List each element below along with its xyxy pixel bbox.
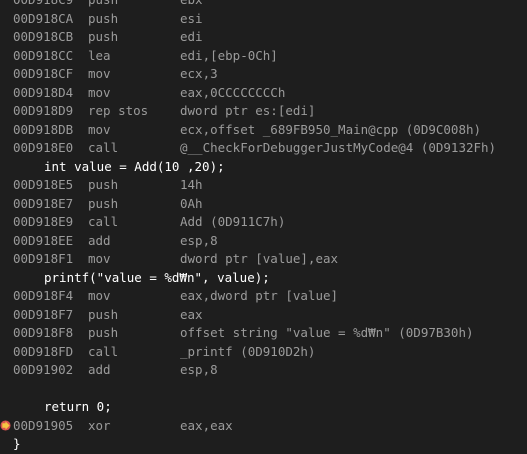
- address-text: 00D918D4: [13, 84, 74, 100]
- mnemonic-text: add: [88, 232, 111, 248]
- operands-text: @__CheckForDebuggerJustMyCode@4 (0D9132F…: [180, 140, 497, 155]
- source-code-text: }: [13, 436, 21, 451]
- operands-text: Add (0D911C7h): [180, 214, 286, 229]
- operands-text: ebx: [180, 0, 203, 10]
- source-code-text: return 0;: [44, 399, 112, 414]
- asm-line[interactable]: 00D91902 add esp,8: [0, 361, 527, 380]
- mnemonic-text: xor: [88, 417, 111, 433]
- operands-text: edi: [180, 29, 203, 44]
- asm-line[interactable]: 00D918E7 push 0Ah: [0, 195, 527, 214]
- mnemonic-text: mov: [88, 84, 111, 100]
- operands-text: eax,0CCCCCCCCh: [180, 84, 286, 100]
- mnemonic-text: push: [88, 10, 119, 26]
- asm-line[interactable]: 00D918EE add esp,8: [0, 232, 527, 251]
- address-text: 00D918DB: [13, 121, 74, 137]
- operands-text: edi,[ebp-0Ch]: [180, 47, 278, 63]
- mnemonic-text: push: [88, 306, 119, 322]
- operands-text: 0Ah: [180, 195, 203, 211]
- mnemonic-text: call: [88, 140, 119, 155]
- asm-line[interactable]: 00D918E0 call @__CheckForDebuggerJustMyCod…: [0, 139, 527, 158]
- mnemonic-text: lea: [88, 47, 111, 63]
- mnemonic-text: push: [88, 325, 119, 340]
- source-code-text: int value = Add(10 ,20);: [44, 158, 225, 174]
- mnemonic-text: push: [88, 0, 118, 10]
- operands-text: ecx,offset _689FB950_Main@cpp (0D9C008h): [180, 121, 482, 137]
- asm-line[interactable]: 00D918C9 push ebx: [0, 0, 527, 10]
- disassembly-window[interactable]: 00D918C9 push ebx 00D918CA push esi 00D918CB pu…: [0, 0, 527, 454]
- asm-line[interactable]: 00D918F7 push eax: [0, 306, 527, 325]
- address-text: 00D918E0: [13, 140, 74, 155]
- mnemonic-text: mov: [88, 121, 111, 137]
- source-code-text: printf("value = %d₩n", value);: [44, 269, 270, 285]
- address-text: 00D918F8: [13, 325, 74, 340]
- address-text: 00D918E5: [13, 177, 74, 192]
- disassembly-lines: 00D918C9 push ebx 00D918CA push esi 00D918CB pu…: [0, 0, 527, 454]
- address-text: 00D918D9: [13, 103, 74, 118]
- asm-line[interactable]: 00D918E5 push 14h: [0, 176, 527, 195]
- asm-line[interactable]: 00D918CF mov ecx,3: [0, 65, 527, 84]
- asm-line[interactable]: 00D918D9 rep stos dword ptr es:[edi]: [0, 102, 527, 121]
- mnemonic-text: mov: [88, 251, 111, 266]
- source-line[interactable]: int value = Add(10 ,20);: [0, 158, 527, 177]
- address-text: 00D918CB: [13, 29, 74, 44]
- mnemonic-text: add: [88, 362, 111, 377]
- address-text: 00D918EE: [13, 232, 74, 248]
- blank-line[interactable]: [0, 380, 527, 399]
- operands-text: _printf (0D910D2h): [180, 343, 316, 359]
- mnemonic-text: rep stos: [88, 103, 149, 118]
- asm-line[interactable]: 00D918D4 mov eax,0CCCCCCCCh: [0, 84, 527, 103]
- address-text: 00D91905: [13, 417, 74, 433]
- operands-text: dword ptr es:[edi]: [180, 103, 316, 118]
- address-text: 00D918E9: [13, 214, 74, 229]
- address-text: 00D918CA: [13, 10, 74, 26]
- instruction-pointer-arrow-icon[interactable]: [0, 419, 11, 431]
- address-text: 00D918E7: [13, 195, 74, 211]
- asm-line[interactable]: 00D918F1 mov dword ptr [value],eax: [0, 250, 527, 269]
- address-text: 00D918FD: [13, 343, 74, 359]
- mnemonic-text: call: [88, 214, 119, 229]
- closing-brace-line[interactable]: }: [0, 435, 527, 454]
- asm-line[interactable]: 00D918F8 push offset string "value = %d₩n"…: [0, 324, 527, 343]
- asm-line[interactable]: 00D918CC lea edi,[ebp-0Ch]: [0, 47, 527, 66]
- operands-text: eax,eax: [180, 417, 233, 433]
- mnemonic-text: push: [88, 195, 119, 211]
- operands-text: ecx,3: [180, 66, 218, 81]
- asm-line[interactable]: 00D918DB mov ecx,offset _689FB950_Main@cpp…: [0, 121, 527, 140]
- asm-line[interactable]: 00D918CB push edi: [0, 28, 527, 47]
- operands-text: eax: [180, 306, 203, 322]
- address-text: 00D918F1: [13, 251, 74, 266]
- address-text: 00D918CC: [13, 47, 74, 63]
- address-text: 00D918F4: [13, 288, 74, 303]
- address-text: 00D91902: [13, 362, 74, 377]
- operands-text: dword ptr [value],eax: [180, 251, 339, 266]
- address-text: 00D918C9: [13, 0, 73, 10]
- asm-line[interactable]: 00D918FD call _printf (0D910D2h): [0, 343, 527, 362]
- address-text: 00D918CF: [13, 66, 74, 81]
- source-line[interactable]: return 0;: [0, 398, 527, 417]
- current-instruction-line[interactable]: 00D91905 xor eax,eax: [0, 417, 527, 436]
- mnemonic-text: mov: [88, 288, 111, 303]
- operands-text: esp,8: [180, 362, 218, 377]
- asm-line[interactable]: 00D918CA push esi: [0, 10, 527, 29]
- operands-text: 14h: [180, 177, 203, 192]
- mnemonic-text: mov: [88, 66, 111, 81]
- mnemonic-text: push: [88, 29, 119, 44]
- address-text: 00D918F7: [13, 306, 74, 322]
- operands-text: eax,dword ptr [value]: [180, 288, 339, 303]
- asm-line[interactable]: 00D918F4 mov eax,dword ptr [value]: [0, 287, 527, 306]
- mnemonic-text: call: [88, 343, 119, 359]
- operands-text: esp,8: [180, 232, 218, 248]
- operands-text: offset string "value = %d₩n" (0D97B30h): [180, 325, 474, 340]
- mnemonic-text: push: [88, 177, 119, 192]
- source-line[interactable]: printf("value = %d₩n", value);: [0, 269, 527, 288]
- operands-text: esi: [180, 10, 203, 26]
- asm-line[interactable]: 00D918E9 call Add (0D911C7h): [0, 213, 527, 232]
